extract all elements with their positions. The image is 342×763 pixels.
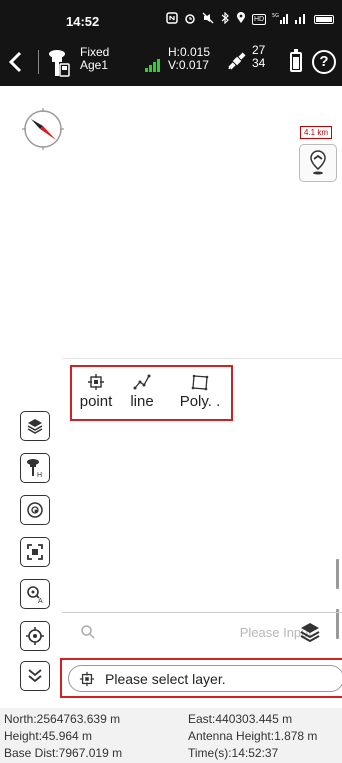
locate-button[interactable] (299, 144, 337, 182)
polyline-icon (133, 374, 151, 390)
receiver-battery-icon (290, 49, 302, 72)
layers-button[interactable] (20, 411, 50, 441)
alarm-icon (184, 12, 196, 27)
crosshair-button[interactable] (20, 621, 50, 651)
antenna-height-button[interactable]: H (20, 453, 50, 483)
sats-visible: 34 (252, 56, 266, 70)
target-button[interactable] (20, 495, 50, 525)
target-icon (27, 502, 43, 518)
layer-select[interactable]: Please select layer. (68, 665, 342, 692)
signal-strength-icon (145, 58, 163, 72)
satellite-icon[interactable] (226, 50, 248, 72)
nfc-icon (166, 12, 178, 27)
draw-type-point[interactable]: point (76, 367, 116, 419)
mute-icon (202, 12, 214, 27)
location-icon (236, 12, 246, 27)
draw-type-polygon[interactable]: Poly. . (172, 367, 228, 419)
draw-type-line[interactable]: line (122, 367, 162, 419)
map-scale: 4.1 km (300, 126, 333, 139)
zoom-auto-button[interactable]: A (20, 579, 50, 609)
hd-icon: HD (252, 14, 267, 25)
precision-readout: H:0.015 V:0.017 (168, 46, 210, 72)
divider (62, 612, 342, 613)
point-icon (79, 671, 95, 686)
draw-type-label: line (130, 393, 154, 410)
svg-text:H: H (37, 472, 42, 478)
base-distance-value: Base Dist:7967.019 m (4, 746, 123, 760)
zoom-auto-icon: A (27, 586, 43, 604)
app-header: 14:52 HD 5G Fixed Age1 H:0.015 V:0.017 2… (0, 0, 342, 86)
point-icon (88, 374, 104, 390)
collapse-button[interactable] (20, 661, 50, 691)
svg-text:A: A (38, 598, 43, 604)
signal-4g-icon (294, 12, 308, 27)
svg-text:5G: 5G (272, 13, 279, 19)
v-precision: V:0.017 (168, 58, 209, 72)
draw-panel: point line Poly. . (62, 358, 342, 658)
help-icon[interactable]: ? (312, 50, 336, 74)
fit-extent-icon (27, 544, 43, 560)
satellite-count: 27 34 (252, 44, 265, 70)
bluetooth-icon (220, 11, 230, 27)
scroll-handle[interactable] (336, 609, 339, 639)
battery-status-icon (314, 15, 335, 24)
layers-icon (300, 623, 320, 643)
polygon-icon (191, 374, 209, 391)
layer-select-bar: Please select layer. (60, 658, 342, 698)
fit-extent-button[interactable] (20, 537, 50, 567)
map-canvas[interactable]: 4.1 km H A point line Poly. . Please Inp… (0, 86, 342, 706)
draw-type-selector: point line Poly. . (70, 365, 233, 421)
status-icons: HD 5G (166, 11, 335, 27)
status-clock: 14:52 (66, 14, 100, 29)
back-button[interactable] (6, 48, 30, 76)
age-label: Age1 (80, 58, 109, 72)
height-value: Height:45.964 m (4, 729, 93, 743)
layer-list-button[interactable] (298, 620, 322, 644)
draw-type-label: point (79, 393, 113, 410)
crosshair-icon (26, 627, 44, 645)
layers-icon (27, 419, 43, 434)
draw-type-label: Poly. . (179, 393, 221, 410)
layer-select-label: Please select layer. (105, 670, 226, 687)
search-input[interactable] (102, 621, 312, 643)
antenna-height-value: Antenna Height:1.878 m (188, 729, 318, 743)
time-value: Time(s):14:52:37 (188, 746, 279, 760)
position-info-panel: North:2564763.639 m East:440303.445 m He… (0, 708, 342, 763)
divider (38, 50, 39, 74)
scroll-handle[interactable] (336, 559, 339, 589)
gnss-info-bar: Fixed Age1 H:0.015 V:0.017 27 34 ? (0, 42, 342, 82)
east-coordinate: East:440303.445 m (188, 712, 293, 726)
signal-5g-icon: 5G (272, 12, 289, 27)
locate-pin-icon (310, 150, 326, 175)
fix-status: Fixed Age1 (80, 46, 109, 72)
search-icon[interactable] (80, 624, 96, 640)
antenna-height-icon: H (27, 459, 42, 478)
north-coordinate: North:2564763.639 m (4, 712, 121, 726)
system-status-bar: 14:52 HD 5G (0, 0, 342, 36)
collapse-icon (28, 669, 42, 683)
gnss-receiver-icon[interactable] (46, 48, 72, 78)
compass-icon[interactable] (18, 104, 68, 154)
